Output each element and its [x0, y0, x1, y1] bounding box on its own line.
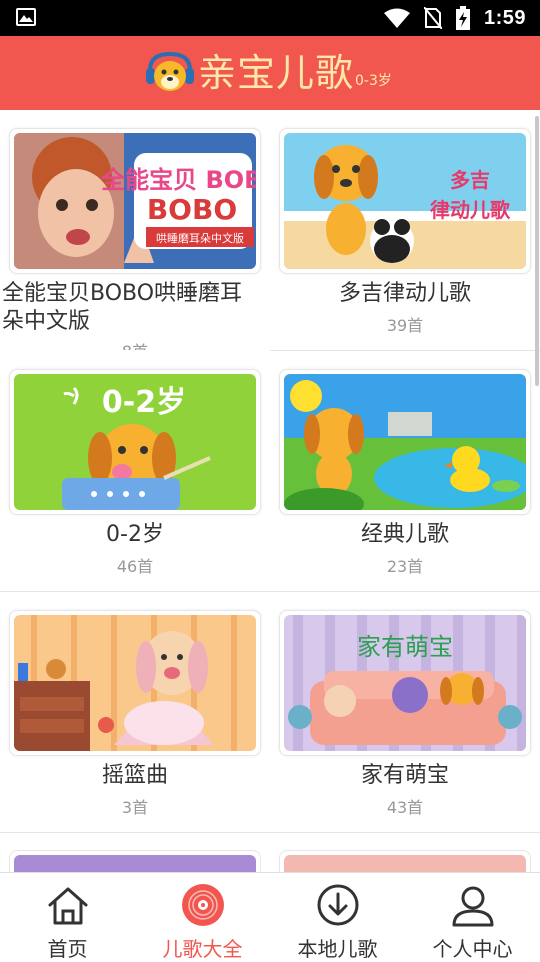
album-card[interactable]: 家有萌宝 家有萌宝 43首 [270, 592, 540, 833]
album-name[interactable]: 全能宝贝BOBO哄睡磨耳朵中文版 [0, 280, 262, 336]
user-icon [452, 886, 494, 927]
app-header: 亲宝儿歌 0-3岁 [0, 36, 540, 110]
nav-label: 本地儿歌 [297, 937, 378, 961]
download-icon [317, 884, 359, 926]
status-bar: 1:59 [0, 0, 540, 36]
battery-charging-icon [455, 6, 470, 30]
wifi-icon [383, 8, 410, 28]
album-card[interactable]: 多吉 律动儿歌 多吉律动儿歌 39首 [270, 110, 540, 351]
album-count: 23首 [386, 557, 424, 576]
thumb-text-cute-baby: 家有萌宝 [357, 633, 453, 661]
record-disc-icon [182, 884, 224, 926]
album-thumbnail-frame[interactable] [9, 610, 261, 756]
album-count: 43首 [386, 798, 424, 817]
album-thumbnail-lullaby[interactable] [14, 615, 256, 751]
album-card[interactable]: 0-2岁 0-2岁 46首 [0, 351, 270, 592]
album-thumbnail-partial[interactable] [284, 855, 526, 872]
album-name[interactable]: 0-2岁 [0, 521, 270, 549]
thumb-caption-bobo: 哄睡磨耳朵中文版 [156, 231, 244, 245]
svg-text:多吉: 多吉 [450, 168, 490, 192]
album-count: 3首 [121, 798, 149, 817]
album-thumbnail-frame-partial[interactable] [279, 850, 531, 872]
album-thumbnail-frame[interactable]: 多吉 律动儿歌 [279, 128, 531, 274]
thumb-text-bobo: 全能宝贝 BOBO [100, 166, 256, 194]
album-thumbnail-0-2[interactable]: 0-2岁 [14, 374, 256, 510]
album-thumbnail-cute-baby[interactable]: 家有萌宝 [284, 615, 526, 751]
album-thumbnail-partial[interactable] [14, 855, 256, 872]
album-thumbnail-frame[interactable]: 0-2岁 [9, 369, 261, 515]
album-count: 39首 [386, 316, 424, 335]
album-card[interactable]: 全能宝贝 BOBO BOBO 哄睡磨耳朵中文版 全能宝贝BOBO哄睡磨耳朵中文版… [0, 110, 270, 351]
album-thumbnail-classic[interactable] [284, 374, 526, 510]
album-card[interactable]: 经典儿歌 23首 [270, 351, 540, 592]
nav-label: 个人中心 [432, 937, 513, 961]
row-divider [0, 832, 540, 833]
nav-item-songs[interactable]: 儿歌大全 [135, 873, 270, 961]
nav-label: 首页 [47, 937, 88, 961]
nav-label: 儿歌大全 [162, 937, 243, 961]
app-subtitle: 0-3岁 [355, 73, 392, 89]
album-thumbnail-bobo[interactable]: 全能宝贝 BOBO BOBO 哄睡磨耳朵中文版 [14, 133, 256, 269]
album-thumbnail-frame-partial[interactable] [9, 850, 261, 872]
status-time: 1:59 [483, 6, 526, 29]
svg-text:BOBO: BOBO [147, 193, 237, 226]
album-count: 8首 [0, 338, 270, 350]
app-logo-dog-icon [146, 51, 194, 91]
album-name[interactable]: 家有萌宝 [270, 762, 540, 790]
scrollbar[interactable] [535, 116, 539, 386]
thumb-text-0-2: 0-2岁 [102, 385, 186, 420]
album-card[interactable]: 摇篮曲 3首 [0, 592, 270, 833]
album-thumbnail-frame[interactable]: 全能宝贝 BOBO BOBO 哄睡磨耳朵中文版 [9, 128, 261, 274]
app-title: 亲宝儿歌 [198, 51, 355, 95]
album-thumbnail-duoji[interactable]: 多吉 律动儿歌 [284, 133, 526, 269]
bottom-navigation: 首页 儿歌大全 本地儿歌 个人中心 [0, 872, 540, 961]
nav-item-local[interactable]: 本地儿歌 [270, 873, 405, 961]
no-sim-icon [423, 7, 442, 29]
album-grid[interactable]: 全能宝贝 BOBO BOBO 哄睡磨耳朵中文版 全能宝贝BOBO哄睡磨耳朵中文版… [0, 110, 540, 872]
album-name[interactable]: 多吉律动儿歌 [270, 280, 540, 308]
image-notification-icon [16, 8, 36, 26]
album-thumbnail-frame[interactable]: 家有萌宝 [279, 610, 531, 756]
nav-item-profile[interactable]: 个人中心 [405, 873, 540, 961]
album-count: 46首 [116, 557, 154, 576]
album-name[interactable]: 摇篮曲 [0, 762, 270, 790]
album-thumbnail-frame[interactable] [279, 369, 531, 515]
nav-item-home[interactable]: 首页 [0, 873, 135, 961]
svg-text:律动儿歌: 律动儿歌 [430, 198, 511, 222]
album-name[interactable]: 经典儿歌 [270, 521, 540, 549]
home-icon [48, 887, 88, 925]
